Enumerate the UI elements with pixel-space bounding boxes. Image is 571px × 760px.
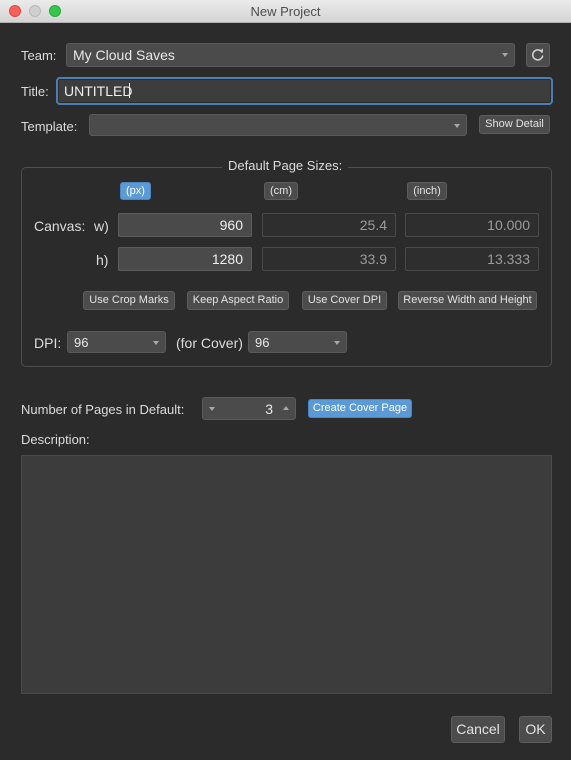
height-px-input[interactable]: 1280 <box>118 247 252 271</box>
stepper-up-icon[interactable] <box>283 406 289 410</box>
team-select[interactable]: My Cloud Saves <box>66 43 515 67</box>
height-cm-input[interactable]: 33.9 <box>262 247 396 271</box>
cancel-button[interactable]: Cancel <box>451 716 505 743</box>
height-inch-input[interactable]: 13.333 <box>405 247 539 271</box>
title-input-value: UNTITLED <box>64 83 133 99</box>
reverse-width-height-button[interactable]: Reverse Width and Height <box>398 291 537 310</box>
refresh-icon <box>531 48 544 61</box>
pages-stepper[interactable]: 3 <box>202 397 296 420</box>
stepper-down-icon[interactable] <box>209 407 215 411</box>
title-input[interactable]: UNTITLED <box>59 80 550 102</box>
pages-label: Number of Pages in Default: <box>21 402 185 417</box>
canvas-label: Canvas: <box>34 218 86 234</box>
width-px-input[interactable]: 960 <box>118 213 252 237</box>
text-cursor <box>129 83 130 98</box>
for-cover-label: (for Cover) <box>176 335 243 351</box>
description-textarea[interactable] <box>21 455 552 694</box>
chevron-down-icon <box>454 124 460 128</box>
unit-cm-button[interactable]: (cm) <box>264 182 298 200</box>
template-label: Template: <box>21 119 78 134</box>
create-cover-page-button[interactable]: Create Cover Page <box>308 399 412 418</box>
description-label: Description: <box>21 432 90 447</box>
window-title: New Project <box>250 4 321 19</box>
chevron-down-icon <box>502 53 508 57</box>
cover-dpi-select-value: 96 <box>255 335 270 350</box>
team-select-value: My Cloud Saves <box>73 47 175 63</box>
width-inch-input[interactable]: 10.000 <box>405 213 539 237</box>
dpi-select-value: 96 <box>74 335 89 350</box>
dpi-select[interactable]: 96 <box>67 331 166 353</box>
refresh-button[interactable] <box>526 43 550 67</box>
unit-px-button[interactable]: (px) <box>120 182 151 200</box>
width-label: w) <box>94 218 109 234</box>
team-label: Team: <box>21 48 57 63</box>
template-select[interactable] <box>89 114 467 136</box>
width-cm-input[interactable]: 25.4 <box>262 213 396 237</box>
show-detail-button[interactable]: Show Detail <box>479 115 550 134</box>
cover-dpi-select[interactable]: 96 <box>248 331 347 353</box>
unit-inch-button[interactable]: (inch) <box>407 182 447 200</box>
keep-aspect-ratio-button[interactable]: Keep Aspect Ratio <box>187 291 289 310</box>
dpi-label: DPI: <box>34 335 62 351</box>
page-sizes-legend: Default Page Sizes: <box>222 158 349 173</box>
chevron-down-icon <box>153 341 159 345</box>
use-crop-marks-button[interactable]: Use Crop Marks <box>83 291 175 310</box>
title-label: Title: <box>21 84 49 99</box>
height-label: h) <box>96 252 109 268</box>
pages-stepper-value: 3 <box>265 401 273 417</box>
use-cover-dpi-button[interactable]: Use Cover DPI <box>302 291 387 310</box>
ok-button[interactable]: OK <box>519 716 552 743</box>
chevron-down-icon <box>334 341 340 345</box>
